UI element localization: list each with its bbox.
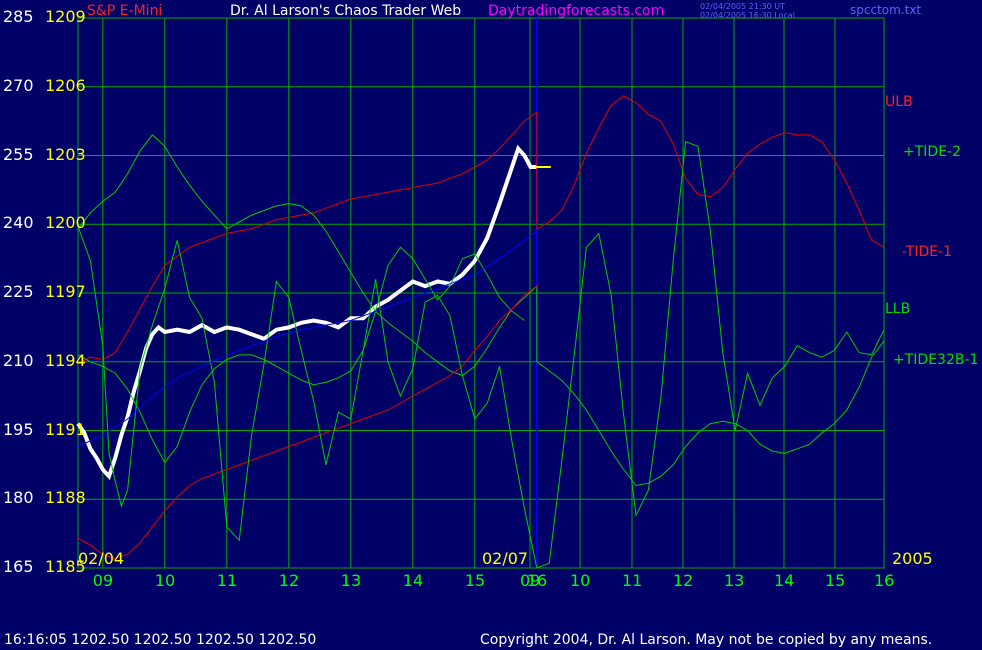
series-line--tide-1	[77, 285, 538, 560]
left-axis-tick-label: 255	[3, 144, 34, 164]
instrument-label: S&P E-Mini	[87, 3, 163, 19]
x-axis-tick-label: 10	[570, 571, 591, 590]
price-axis-tick-label: 1197	[45, 282, 86, 301]
series-line-ulb	[77, 95, 885, 365]
left-axis-tick-label: 165	[3, 557, 34, 576]
x-axis-tick-label: 09	[520, 571, 541, 590]
left-axis-tick-label: 270	[3, 75, 34, 95]
legend-tide1: -TIDE-1	[902, 244, 953, 260]
price-axis-tick-label: 1200	[45, 213, 86, 233]
series-line-trend	[77, 230, 538, 447]
quote-readout: 16:16:05 1202.50 1202.50 1202.50 1202.50	[4, 632, 317, 648]
series-line--tide-2	[77, 134, 885, 487]
left-axis-tick-label: 285	[3, 7, 34, 26]
x-axis-tick-label: 12	[278, 571, 300, 590]
timestamp-ut: 02/04/2005 21:30 UT	[700, 2, 785, 11]
x-axis-tick-label: 14	[402, 571, 424, 590]
x-axis-tick-label: 13	[724, 571, 745, 590]
price-axis-tick-label: 1194	[45, 350, 86, 370]
x-axis-tick-label: 13	[340, 571, 362, 590]
x-axis-tick-label: 14	[774, 571, 795, 590]
legend-ulb: ULB	[885, 94, 913, 110]
file-label: spcctom.txt	[850, 3, 922, 17]
year-label: 2005	[892, 549, 933, 568]
x-axis-tick-label: 12	[673, 571, 694, 590]
price-axis-tick-label: 1209	[45, 7, 86, 26]
price-axis-tick-label: 1206	[45, 75, 86, 95]
copyright-notice: Copyright 2004, Dr. Al Larson. May not b…	[480, 632, 933, 648]
x-axis-tick-label: 11	[622, 571, 643, 590]
date-label-next: 02/07	[482, 549, 529, 568]
x-axis-tick-label: 15	[464, 571, 486, 590]
left-axis-tick-label: 195	[3, 419, 34, 439]
chart-curves	[76, 95, 885, 569]
x-axis-tick-label: 16	[874, 571, 895, 590]
chart-grid	[77, 17, 885, 569]
price-axis-tick-label: 1203	[45, 144, 86, 164]
x-axis-tick-label: 15	[825, 571, 846, 590]
left-axis-tick-label: 210	[3, 350, 34, 370]
timestamp-local: 02/04/2005 16:30 Local	[700, 11, 795, 20]
left-axis-tick-label: 240	[3, 213, 34, 233]
left-axis-tick-label: 180	[3, 488, 34, 508]
x-axis-tick-label: 09	[92, 571, 114, 590]
legend-tide2: +TIDE-2	[903, 144, 961, 160]
legend-tide32b: +TIDE32B-1	[893, 352, 979, 368]
x-axis-tick-label: 11	[216, 571, 238, 590]
price-axis-tick-label: 1188	[45, 488, 86, 508]
price-axis-tick-label: 1191	[45, 419, 86, 439]
x-axis-tick-label: 10	[154, 571, 176, 590]
chart-title: Dr. Al Larson's Chaos Trader Web	[230, 3, 462, 19]
legend-llb: LLB	[885, 301, 911, 317]
date-label-start: 02/04	[78, 549, 125, 568]
site-link[interactable]: Daytradingforecasts.com	[488, 3, 664, 19]
series-line--tide32b-1	[77, 141, 885, 569]
left-axis-tick-label: 225	[3, 282, 34, 301]
